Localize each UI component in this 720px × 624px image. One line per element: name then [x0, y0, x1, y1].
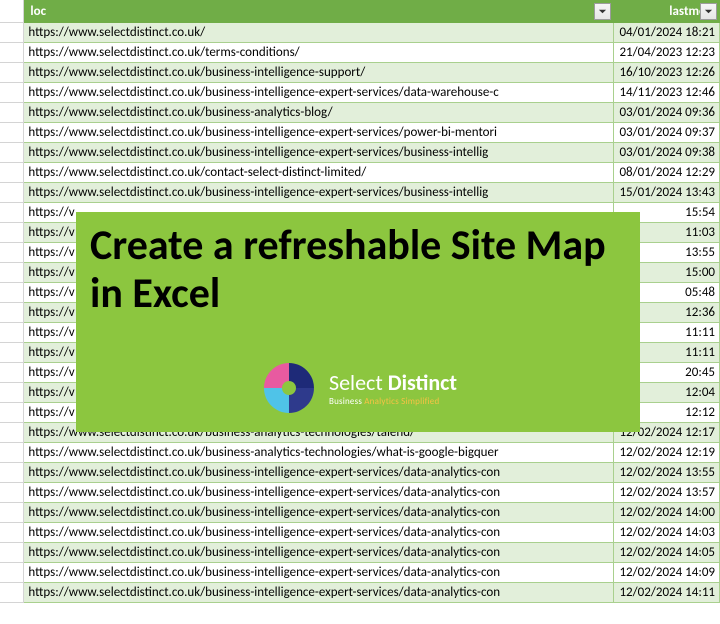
overlay-title: Create a refreshable Site Map in Excel: [90, 222, 626, 319]
cell-loc[interactable]: https://www.selectdistinct.co.uk/busines…: [24, 83, 614, 103]
cell-loc[interactable]: https://www.selectdistinct.co.uk/busines…: [24, 563, 614, 583]
table-row: https://www.selectdistinct.co.uk/busines…: [0, 523, 720, 543]
row-gutter: [0, 523, 24, 543]
cell-loc[interactable]: https://www.selectdistinct.co.uk/busines…: [24, 583, 614, 603]
table-row: https://www.selectdistinct.co.uk/busines…: [0, 443, 720, 463]
table-row: https://www.selectdistinct.co.uk/terms-c…: [0, 43, 720, 63]
row-gutter: [0, 103, 24, 123]
cell-lastmod[interactable]: 03/01/2024 09:38: [613, 143, 719, 163]
cell-lastmod[interactable]: 03/01/2024 09:37: [613, 123, 719, 143]
brand-logo: Select Distinct Business Analytics Simpl…: [259, 358, 457, 418]
row-gutter: [0, 63, 24, 83]
table-row: https://www.selectdistinct.co.uk/busines…: [0, 183, 720, 203]
cell-loc[interactable]: https://www.selectdistinct.co.uk/: [24, 23, 614, 43]
cell-lastmod[interactable]: 15/01/2024 13:43: [613, 183, 719, 203]
row-gutter: [0, 483, 24, 503]
column-header-label: loc: [30, 4, 46, 19]
cell-lastmod[interactable]: 12/02/2024 12:19: [613, 443, 719, 463]
cell-lastmod[interactable]: 12/02/2024 14:05: [613, 543, 719, 563]
row-gutter: [0, 363, 24, 383]
row-gutter: [0, 443, 24, 463]
table-row: https://www.selectdistinct.co.uk/busines…: [0, 63, 720, 83]
row-gutter: [0, 583, 24, 603]
cell-loc[interactable]: https://www.selectdistinct.co.uk/busines…: [24, 63, 614, 83]
row-gutter: [0, 403, 24, 423]
cell-loc[interactable]: https://www.selectdistinct.co.uk/busines…: [24, 543, 614, 563]
table-row: https://www.selectdistinct.co.uk/busines…: [0, 463, 720, 483]
cell-loc[interactable]: https://www.selectdistinct.co.uk/busines…: [24, 483, 614, 503]
cell-loc[interactable]: https://www.selectdistinct.co.uk/busines…: [24, 503, 614, 523]
row-gutter: [0, 243, 24, 263]
cell-loc[interactable]: https://www.selectdistinct.co.uk/busines…: [24, 183, 614, 203]
cell-lastmod[interactable]: 08/01/2024 12:29: [613, 163, 719, 183]
cell-lastmod[interactable]: 12/02/2024 14:11: [613, 583, 719, 603]
row-gutter: [0, 323, 24, 343]
cell-lastmod[interactable]: 14/11/2023 12:46: [613, 83, 719, 103]
table-row: https://www.selectdistinct.co.uk/busines…: [0, 483, 720, 503]
table-row: https://www.selectdistinct.co.uk/busines…: [0, 83, 720, 103]
cell-lastmod[interactable]: 16/10/2023 12:26: [613, 63, 719, 83]
cell-lastmod[interactable]: 12/02/2024 13:57: [613, 483, 719, 503]
row-gutter: [0, 343, 24, 363]
title-overlay: Create a refreshable Site Map in Excel S…: [76, 212, 640, 432]
row-gutter: [0, 303, 24, 323]
cell-loc[interactable]: https://www.selectdistinct.co.uk/busines…: [24, 523, 614, 543]
row-gutter: [0, 383, 24, 403]
row-gutter: [0, 543, 24, 563]
filter-dropdown-icon[interactable]: [594, 3, 611, 20]
cell-lastmod[interactable]: 12/02/2024 13:55: [613, 463, 719, 483]
row-gutter: [0, 23, 24, 43]
column-header-lastmod[interactable]: lastmod: [613, 1, 719, 23]
cell-loc[interactable]: https://www.selectdistinct.co.uk/busines…: [24, 123, 614, 143]
table-row: https://www.selectdistinct.co.uk/busines…: [0, 583, 720, 603]
cell-lastmod[interactable]: 12/02/2024 14:00: [613, 503, 719, 523]
table-header-row: loc lastmod: [0, 1, 720, 23]
table-row: https://www.selectdistinct.co.uk/04/01/2…: [0, 23, 720, 43]
table-row: https://www.selectdistinct.co.uk/busines…: [0, 543, 720, 563]
row-gutter: [0, 223, 24, 243]
cell-loc[interactable]: https://www.selectdistinct.co.uk/busines…: [24, 443, 614, 463]
table-row: https://www.selectdistinct.co.uk/busines…: [0, 143, 720, 163]
cell-loc[interactable]: https://www.selectdistinct.co.uk/busines…: [24, 463, 614, 483]
cell-loc[interactable]: https://www.selectdistinct.co.uk/terms-c…: [24, 43, 614, 63]
row-gutter: [0, 43, 24, 63]
row-gutter: [0, 123, 24, 143]
row-gutter: [0, 163, 24, 183]
column-header-loc[interactable]: loc: [24, 1, 614, 23]
cell-loc[interactable]: https://www.selectdistinct.co.uk/busines…: [24, 103, 614, 123]
cell-lastmod[interactable]: 04/01/2024 18:21: [613, 23, 719, 43]
row-gutter: [0, 283, 24, 303]
row-gutter: [0, 1, 24, 23]
row-gutter: [0, 263, 24, 283]
row-gutter: [0, 423, 24, 443]
cell-loc[interactable]: https://www.selectdistinct.co.uk/contact…: [24, 163, 614, 183]
row-gutter: [0, 143, 24, 163]
table-row: https://www.selectdistinct.co.uk/busines…: [0, 103, 720, 123]
row-gutter: [0, 503, 24, 523]
logo-mark-icon: [259, 358, 319, 418]
table-row: https://www.selectdistinct.co.uk/busines…: [0, 123, 720, 143]
table-row: https://www.selectdistinct.co.uk/contact…: [0, 163, 720, 183]
cell-lastmod[interactable]: 03/01/2024 09:36: [613, 103, 719, 123]
logo-text: Select Distinct Business Analytics Simpl…: [329, 369, 457, 407]
cell-lastmod[interactable]: 12/02/2024 14:09: [613, 563, 719, 583]
table-row: https://www.selectdistinct.co.uk/busines…: [0, 503, 720, 523]
row-gutter: [0, 463, 24, 483]
row-gutter: [0, 83, 24, 103]
row-gutter: [0, 183, 24, 203]
cell-loc[interactable]: https://www.selectdistinct.co.uk/busines…: [24, 143, 614, 163]
row-gutter: [0, 203, 24, 223]
filter-dropdown-icon[interactable]: [700, 3, 717, 20]
table-row: https://www.selectdistinct.co.uk/busines…: [0, 563, 720, 583]
cell-lastmod[interactable]: 12/02/2024 14:03: [613, 523, 719, 543]
row-gutter: [0, 563, 24, 583]
cell-lastmod[interactable]: 21/04/2023 12:23: [613, 43, 719, 63]
